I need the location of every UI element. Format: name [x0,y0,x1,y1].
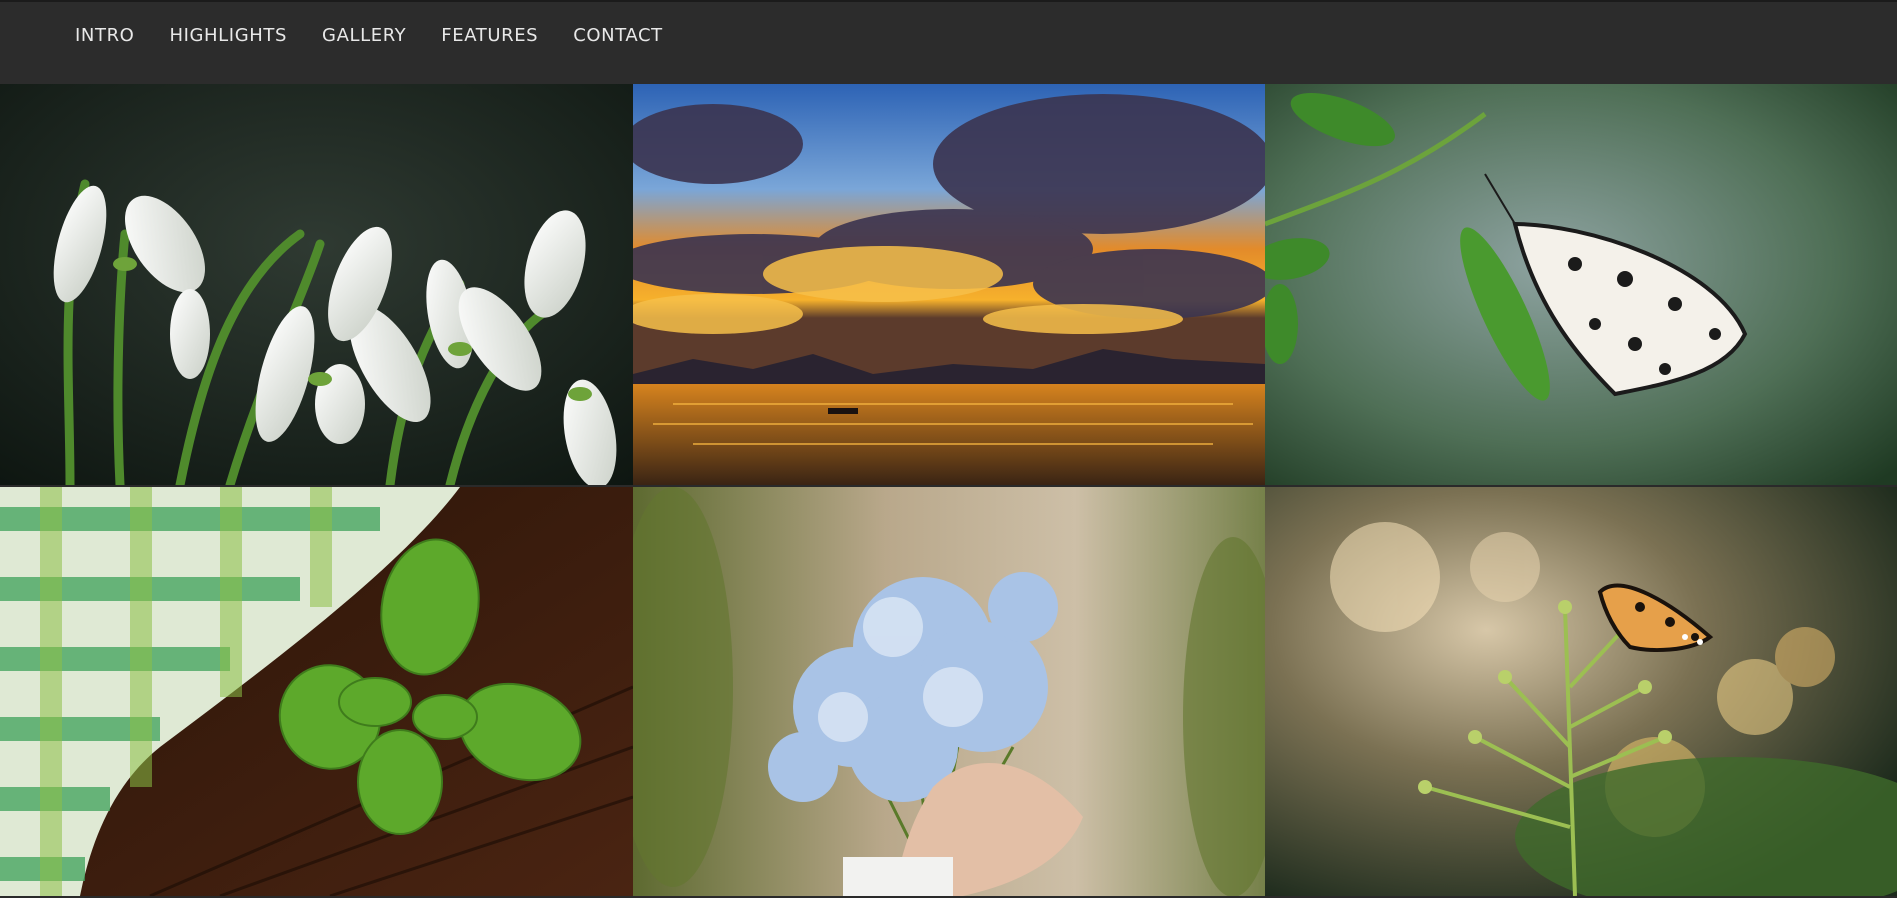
gallery-image-white-butterfly[interactable] [1265,84,1897,485]
nav-link-contact[interactable]: CONTACT [573,24,663,48]
bouquet-photo [633,487,1265,896]
gallery-image-snowdrops[interactable] [0,84,633,485]
snowdrops-photo [0,84,633,485]
gallery-image-bouquet[interactable] [633,487,1265,896]
basil-photo [0,487,633,896]
nav-link-intro[interactable]: INTRO [75,24,134,48]
orange-butterfly-photo [1265,487,1897,896]
photo-gallery-grid [0,84,1897,898]
main-nav: INTRO HIGHLIGHTS GALLERY FEATURES CONTAC… [75,24,698,48]
nav-link-highlights[interactable]: HIGHLIGHTS [169,24,287,48]
sunset-photo [633,84,1265,485]
gallery-image-orange-butterfly[interactable] [1265,487,1897,896]
nav-link-features[interactable]: FEATURES [441,24,538,48]
gallery-image-basil[interactable] [0,487,633,896]
gallery-image-sunset[interactable] [633,84,1265,485]
white-butterfly-photo [1265,84,1897,485]
top-navigation-bar: INTRO HIGHLIGHTS GALLERY FEATURES CONTAC… [0,0,1897,84]
nav-link-gallery[interactable]: GALLERY [322,24,406,48]
